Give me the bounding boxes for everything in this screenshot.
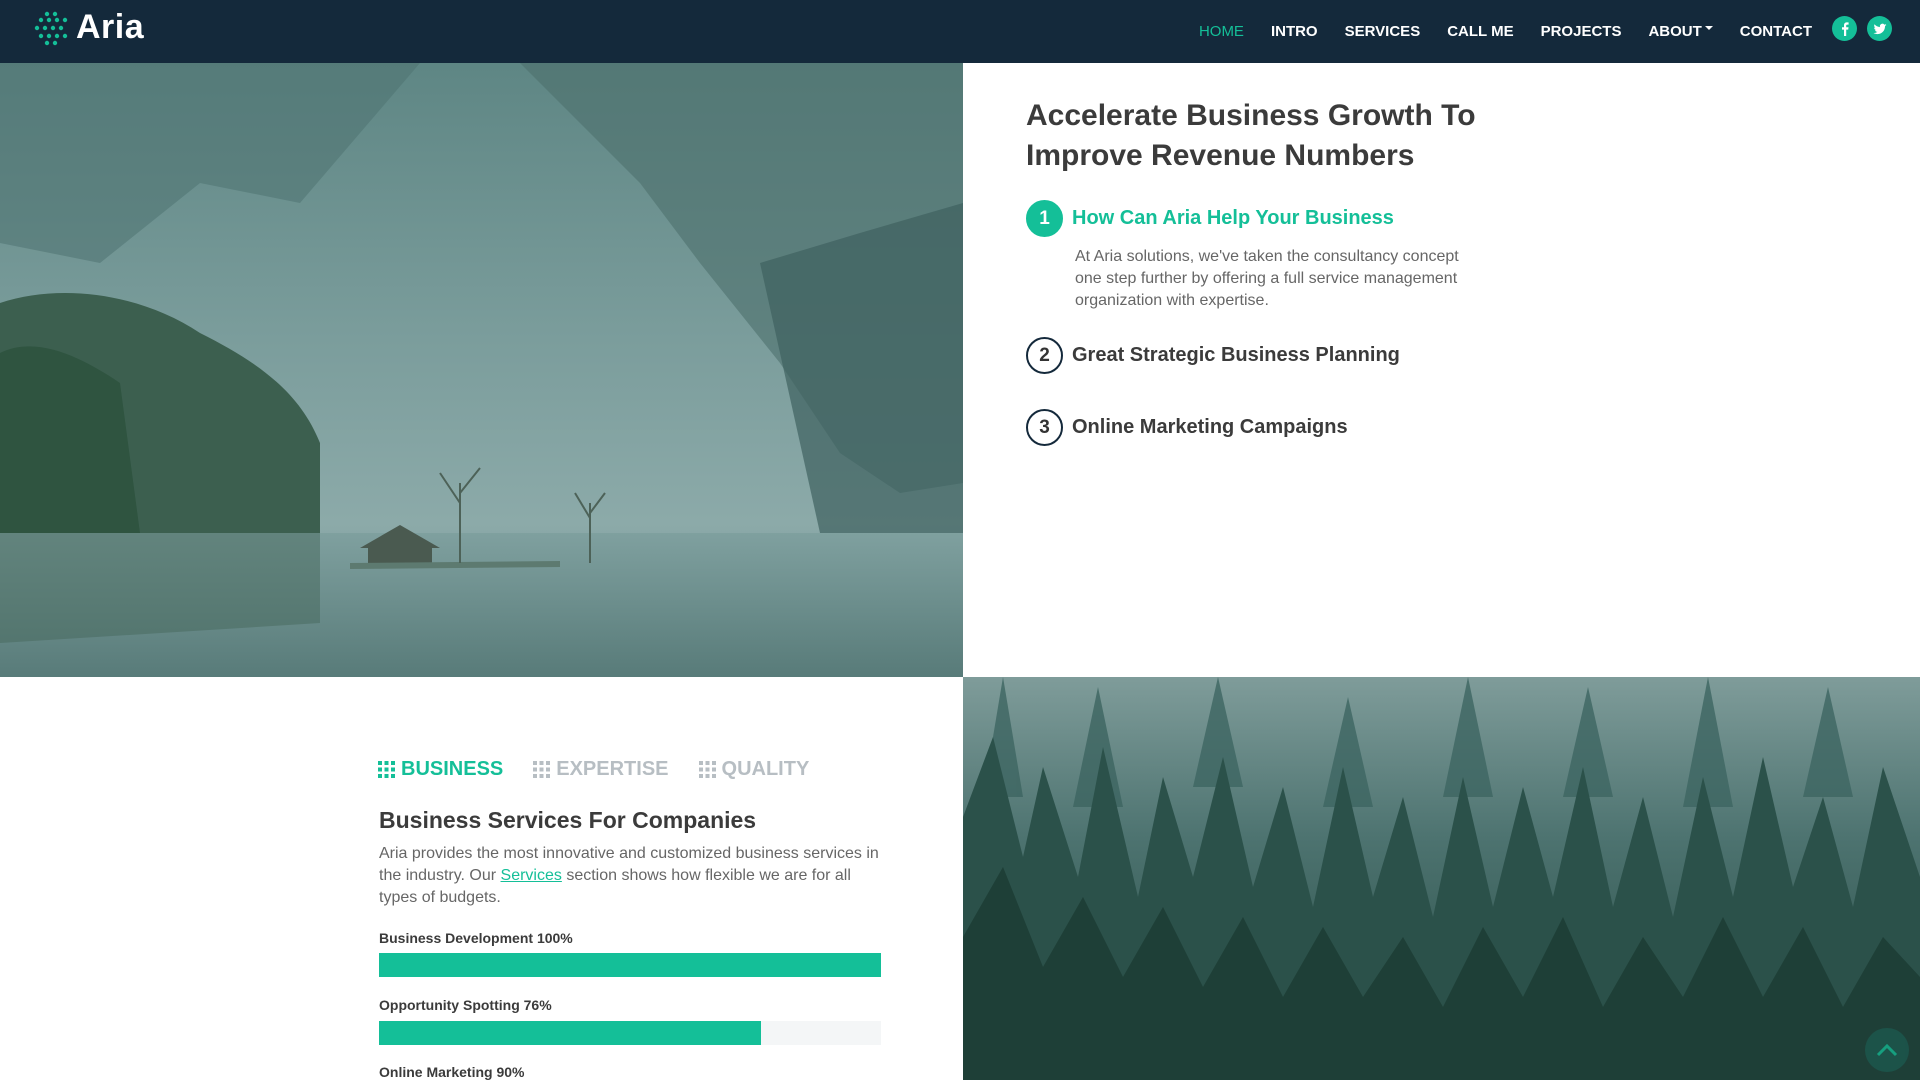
step-1-title: How Can Aria Help Your Business xyxy=(1072,207,1394,229)
bar-1-label: Business Development 100% xyxy=(379,930,573,946)
step-3-number: 3 xyxy=(1026,409,1063,446)
caret-down-icon xyxy=(1704,26,1713,31)
tab-business[interactable]: BUSINESS xyxy=(378,758,503,781)
bar-3-label: Online Marketing 90% xyxy=(379,1064,525,1080)
step-2-number: 2 xyxy=(1026,337,1063,374)
top-navbar: Aria HOME INTRO SERVICES CALL ME PROJECT… xyxy=(0,0,1920,63)
step-3[interactable]: 3 Online Marketing Campaigns xyxy=(1026,409,1348,446)
nav-menu: HOME INTRO SERVICES CALL ME PROJECTS ABO… xyxy=(1172,0,1812,63)
services-tabs: BUSINESS EXPERTISE QUALITY xyxy=(378,758,809,781)
nav-call-me[interactable]: CALL ME xyxy=(1447,23,1513,40)
dots-logo-icon xyxy=(34,11,68,45)
facebook-icon[interactable] xyxy=(1832,16,1857,41)
grid-icon xyxy=(698,761,716,778)
step-1[interactable]: 1 How Can Aria Help Your Business xyxy=(1026,200,1394,237)
twitter-icon[interactable] xyxy=(1867,16,1892,41)
nav-services[interactable]: SERVICES xyxy=(1345,23,1421,40)
brand-logo[interactable]: Aria xyxy=(32,8,144,47)
services-title: Business Services For Companies xyxy=(379,807,757,833)
step-1-description: At Aria solutions, we've taken the consu… xyxy=(1075,248,1459,309)
nav-home[interactable]: HOME xyxy=(1199,23,1244,40)
chevron-up-icon xyxy=(1876,1043,1898,1057)
grid-icon xyxy=(533,761,551,778)
step-1-number: 1 xyxy=(1026,200,1063,237)
back-to-top-button[interactable] xyxy=(1865,1028,1909,1072)
brand-name: Aria xyxy=(76,8,145,46)
grid-icon xyxy=(378,761,395,778)
nav-intro[interactable]: INTRO xyxy=(1271,23,1318,40)
bar-2-track xyxy=(379,1021,881,1045)
bar-1-fill xyxy=(379,953,881,977)
intro-heading: Accelerate Business Growth To Improve Re… xyxy=(1026,99,1476,172)
tab-business-label: BUSINESS xyxy=(401,758,504,780)
step-3-title: Online Marketing Campaigns xyxy=(1072,416,1348,438)
nav-about-dropdown[interactable]: ABOUT xyxy=(1648,23,1713,40)
intro-section: Accelerate Business Growth To Improve Re… xyxy=(1026,96,1486,176)
services-description: Aria provides the most innovative and cu… xyxy=(379,843,879,909)
nav-contact[interactable]: CONTACT xyxy=(1740,23,1812,40)
step-2[interactable]: 2 Great Strategic Business Planning xyxy=(1026,337,1400,374)
tab-expertise[interactable]: EXPERTISE xyxy=(533,758,669,781)
misty-lake-image xyxy=(0,63,963,677)
bar-1-track xyxy=(379,953,881,977)
step-2-title: Great Strategic Business Planning xyxy=(1072,344,1400,366)
nav-projects[interactable]: PROJECTS xyxy=(1541,23,1622,40)
nav-about-label: ABOUT xyxy=(1648,23,1702,40)
bar-2-fill xyxy=(379,1021,761,1045)
services-link[interactable]: Services xyxy=(501,867,562,884)
tab-expertise-label: EXPERTISE xyxy=(556,758,669,780)
tab-quality-label: QUALITY xyxy=(721,758,810,780)
social-links xyxy=(1832,16,1892,41)
tab-quality[interactable]: QUALITY xyxy=(698,758,810,781)
bar-2-label: Opportunity Spotting 76% xyxy=(379,997,552,1013)
foggy-forest-image xyxy=(963,677,1920,1080)
